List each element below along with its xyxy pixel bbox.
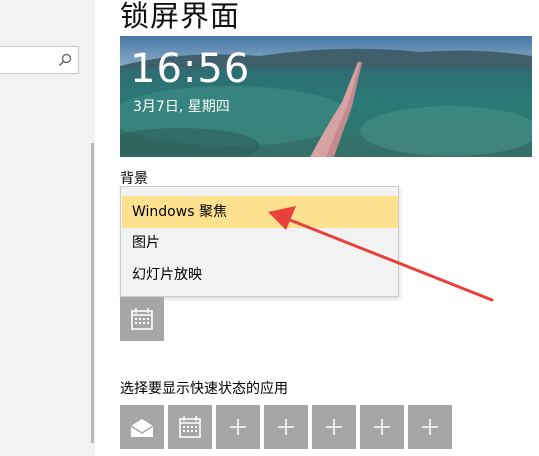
quick-status-add-button-4[interactable]: [360, 405, 404, 449]
quick-status-mail-button[interactable]: [120, 405, 164, 449]
background-dropdown[interactable]: Windows 聚焦 图片 幻灯片放映: [120, 186, 399, 297]
background-label: 背景: [120, 171, 148, 187]
plus-icon: [230, 419, 246, 435]
quick-status-calendar-button[interactable]: [168, 405, 212, 449]
quick-status-add-button-3[interactable]: [312, 405, 356, 449]
search-icon: [59, 53, 72, 66]
mail-icon: [130, 419, 154, 437]
quick-status-add-button-2[interactable]: [264, 405, 308, 449]
plus-icon: [326, 419, 342, 435]
scrollbar[interactable]: [91, 143, 94, 443]
detailed-status-app-button[interactable]: [120, 297, 164, 341]
page-title: 锁屏界面: [120, 0, 241, 33]
calendar-icon: [179, 416, 201, 438]
quick-status-label: 选择要显示快速状态的应用: [120, 381, 288, 397]
calendar-icon: [131, 308, 153, 330]
option-picture[interactable]: 图片: [122, 227, 398, 259]
search-input[interactable]: [0, 46, 79, 74]
plus-icon: [374, 419, 390, 435]
quick-status-add-button-1[interactable]: [216, 405, 260, 449]
option-windows-spotlight[interactable]: Windows 聚焦: [122, 196, 398, 228]
plus-icon: [278, 419, 294, 435]
settings-sidebar: [0, 0, 95, 456]
preview-clock-time: 16:56: [130, 46, 251, 92]
option-slideshow[interactable]: 幻灯片放映: [122, 259, 398, 291]
plus-icon: [422, 419, 438, 435]
quick-status-add-button-5[interactable]: [408, 405, 452, 449]
preview-clock-date: 3月7日, 星期四: [133, 99, 230, 115]
lock-screen-preview: 16:56 3月7日, 星期四: [120, 36, 532, 157]
